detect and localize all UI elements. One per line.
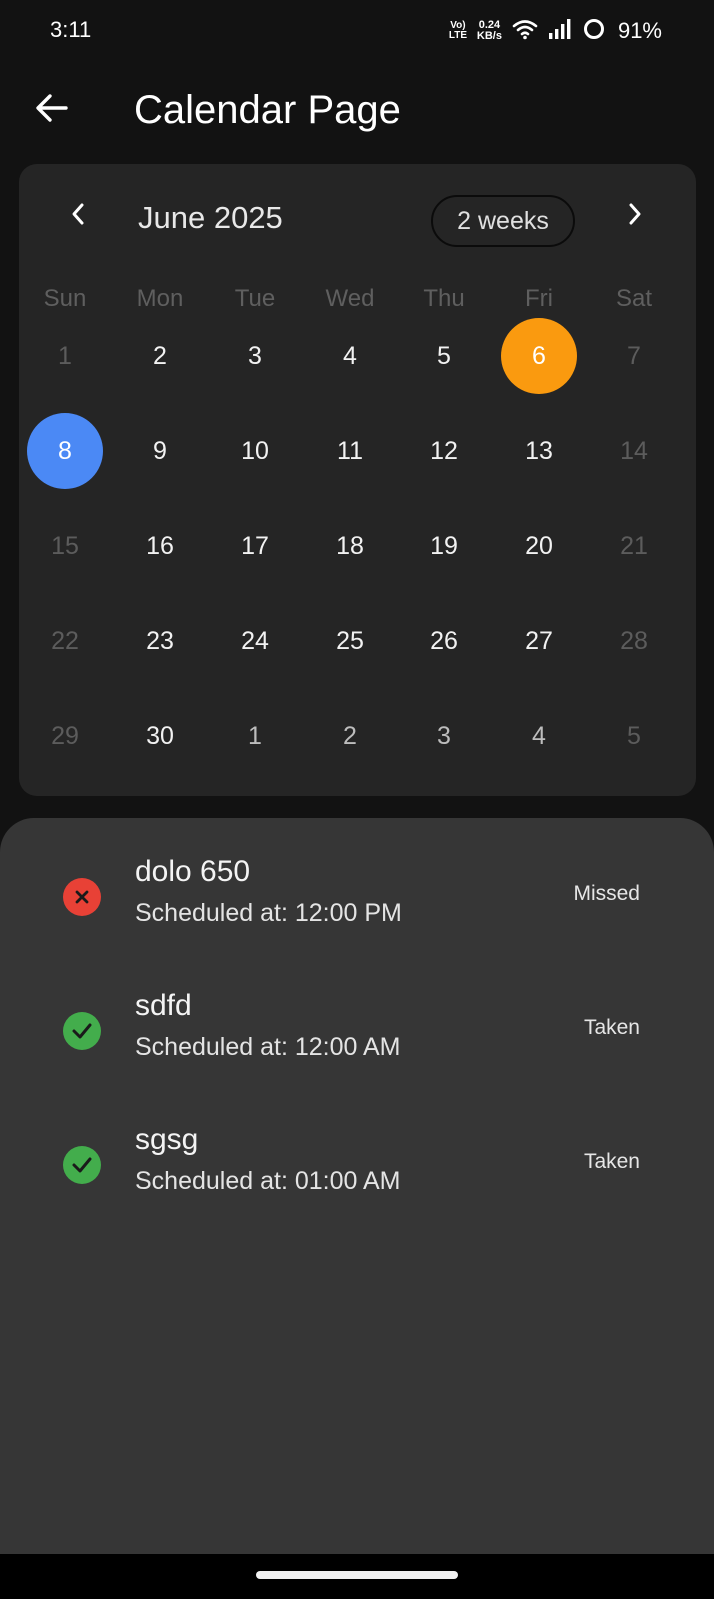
calendar-day[interactable]: 21 (596, 508, 672, 584)
signal-icon (548, 18, 572, 45)
home-indicator[interactable] (256, 1571, 458, 1579)
battery-percent: 91% (617, 18, 662, 43)
volte-indicator: Vo) LTE (449, 21, 467, 41)
next-month-button[interactable] (613, 194, 657, 238)
calendar-day[interactable]: 5 (406, 318, 482, 394)
weekday-label-wed: Wed (325, 285, 375, 312)
event-name: dolo 650 (135, 855, 251, 888)
calendar-day[interactable]: 20 (501, 508, 577, 584)
event-status: Missed (573, 882, 640, 905)
calendar-day[interactable]: 2 (122, 318, 198, 394)
status-bar: 3:11 Vo) LTE 0.24 KB/s 91% (0, 0, 714, 64)
event-name: sdfd (135, 989, 192, 1022)
calendar-day[interactable]: 29 (27, 698, 103, 774)
calendar-day[interactable]: 16 (122, 508, 198, 584)
calendar-day[interactable]: 7 (596, 318, 672, 394)
check-circle-icon (63, 1012, 101, 1050)
calendar-day[interactable]: 19 (406, 508, 482, 584)
page-title: Calendar Page (134, 88, 401, 132)
calendar-day[interactable]: 12 (406, 413, 482, 489)
chevron-right-icon (627, 202, 643, 231)
calendar-day[interactable]: 4 (312, 318, 388, 394)
calendar-day-today[interactable]: 6 (501, 318, 577, 394)
calendar-day-outside[interactable]: 4 (501, 698, 577, 774)
arrow-left-icon (35, 93, 69, 128)
chevron-left-icon (70, 202, 86, 231)
weekday-label-thu: Thu (423, 285, 465, 312)
calendar-day[interactable]: 25 (312, 603, 388, 679)
event-time: Scheduled at: 12:00 AM (135, 1033, 401, 1061)
navigation-bar (0, 1554, 714, 1599)
calendar-day[interactable]: 1 (27, 318, 103, 394)
calendar-day-outside[interactable]: 2 (312, 698, 388, 774)
events-sheet: dolo 650 Scheduled at: 12:00 PM Missed s… (0, 818, 714, 1554)
calendar-day[interactable]: 10 (217, 413, 293, 489)
calendar-day[interactable]: 11 (312, 413, 388, 489)
event-item[interactable]: sdfd Scheduled at: 12:00 AM Taken (0, 974, 714, 1084)
calendar-day-outside[interactable]: 1 (217, 698, 293, 774)
calendar-header: June 2025 2 weeks (19, 164, 696, 274)
wifi-icon (512, 18, 538, 45)
calendar-day[interactable]: 15 (27, 508, 103, 584)
cancel-icon (63, 878, 101, 916)
status-time: 3:11 (50, 17, 92, 42)
net-speed: 0.24 KB/s (477, 20, 502, 42)
calendar-format-button[interactable]: 2 weeks (431, 195, 575, 247)
app-bar: Calendar Page (0, 64, 714, 160)
weekday-label-sat: Sat (615, 285, 653, 312)
calendar-day[interactable]: 30 (122, 698, 198, 774)
calendar-day[interactable]: 22 (27, 603, 103, 679)
event-item[interactable]: sgsg Scheduled at: 01:00 AM Taken (0, 1108, 714, 1218)
calendar-day[interactable]: 18 (312, 508, 388, 584)
event-status: Taken (583, 1016, 640, 1039)
event-status: Taken (583, 1150, 640, 1173)
day-grid: 1 2 3 4 5 6 7 8 9 10 11 12 13 14 15 16 17 18 19 20 21 22 23 24 2… (19, 317, 696, 797)
calendar-day-outside[interactable]: 5 (596, 698, 672, 774)
volte-line-2: LTE (448, 30, 468, 41)
event-item[interactable]: dolo 650 Scheduled at: 12:00 PM Missed (0, 840, 714, 950)
calendar-day[interactable]: 17 (217, 508, 293, 584)
month-label: June 2025 (138, 200, 283, 235)
weekday-label-mon: Mon (136, 285, 184, 312)
calendar-day[interactable]: 24 (217, 603, 293, 679)
event-name: sgsg (135, 1123, 199, 1156)
check-circle-icon (63, 1146, 101, 1184)
net-speed-unit: KB/s (476, 30, 502, 42)
battery-ring-icon (582, 17, 606, 46)
calendar-card: June 2025 2 weeks Sun Mon Tue Wed Thu Fri Sat … (19, 164, 696, 796)
calendar-day[interactable]: 9 (122, 413, 198, 489)
calendar-day[interactable]: 13 (501, 413, 577, 489)
weekday-label-fri: Fri (525, 285, 553, 312)
calendar-day[interactable]: 14 (596, 413, 672, 489)
event-time: Scheduled at: 12:00 PM (135, 899, 402, 927)
calendar-day-outside[interactable]: 3 (406, 698, 482, 774)
weekday-label-tue: Tue (234, 285, 276, 312)
calendar-day[interactable]: 3 (217, 318, 293, 394)
back-button[interactable] (28, 86, 76, 134)
status-icons: Vo) LTE 0.24 KB/s 91% (449, 14, 662, 48)
calendar-day[interactable]: 28 (596, 603, 672, 679)
event-time: Scheduled at: 01:00 AM (135, 1167, 401, 1195)
calendar-day[interactable]: 23 (122, 603, 198, 679)
weekday-label-sun: Sun (43, 285, 87, 312)
prev-month-button[interactable] (56, 194, 100, 238)
weekday-row: Sun Mon Tue Wed Thu Fri Sat (19, 281, 696, 317)
calendar-day[interactable]: 27 (501, 603, 577, 679)
calendar-day[interactable]: 26 (406, 603, 482, 679)
calendar-day-selected[interactable]: 8 (27, 413, 103, 489)
